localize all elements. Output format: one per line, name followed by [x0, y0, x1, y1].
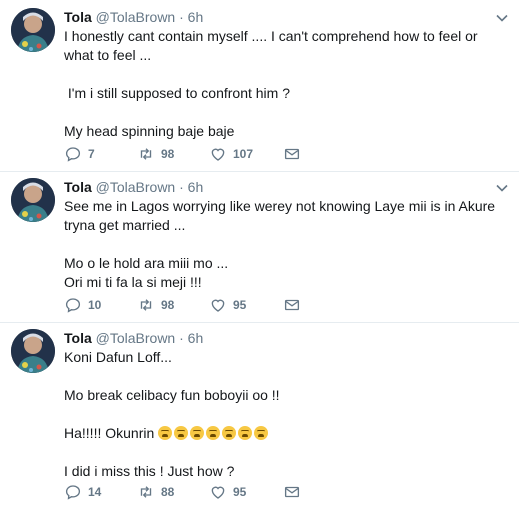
tweet-paragraph-with-emoji: Ha!!!!! Okunrin — [64, 424, 509, 443]
like-button[interactable]: 107 — [209, 145, 253, 163]
tweet-text: I honestly cant contain myself .... I ca… — [64, 27, 509, 141]
tweet-paragraph: Mo break celibacy fun boboyii oo !! — [64, 387, 280, 403]
profile-photo-icon — [11, 8, 55, 52]
reply-icon — [65, 298, 81, 313]
tweet-paragraph: Koni Dafun Loff... — [64, 349, 172, 365]
weary-face-emoji-icon — [238, 426, 253, 440]
timestamp[interactable]: 6h — [188, 330, 204, 346]
separator-dot: · — [179, 330, 184, 346]
tweet[interactable]: Tola @TolaBrown · 6h I honestly cant con… — [0, 0, 519, 171]
retweet-count: 88 — [161, 485, 175, 499]
tweet-header: Tola @TolaBrown · 6h — [64, 329, 203, 347]
tweet-header: Tola @TolaBrown · 6h — [64, 178, 203, 196]
tweet-text: Koni Dafun Loff... Mo break celibacy fun… — [64, 348, 509, 481]
reply-button[interactable]: 10 — [64, 296, 101, 314]
heart-icon — [211, 148, 225, 161]
envelope-icon — [284, 148, 300, 160]
reply-button[interactable]: 7 — [64, 145, 95, 163]
like-count: 107 — [233, 147, 254, 161]
heart-icon — [211, 486, 225, 499]
message-button[interactable] — [283, 145, 301, 163]
tweet-paragraph: I did i miss this ! Just how ? — [64, 463, 235, 479]
weary-face-emoji-icon — [158, 426, 173, 440]
profile-photo-icon — [11, 178, 55, 222]
avatar[interactable] — [11, 178, 55, 222]
reply-icon — [65, 147, 81, 162]
profile-photo-icon — [11, 329, 55, 373]
retweet-icon — [140, 486, 152, 498]
weary-face-emoji-icon — [174, 426, 189, 440]
chevron-down-icon[interactable] — [495, 11, 509, 25]
tweet-paragraph: I honestly cant contain myself .... I ca… — [64, 28, 482, 63]
display-name[interactable]: Tola — [64, 9, 92, 25]
tweet-paragraph: See me in Lagos worrying like werey not … — [64, 198, 499, 233]
chevron-down-icon[interactable] — [495, 181, 509, 195]
envelope-icon — [284, 299, 300, 311]
reply-count: 7 — [88, 147, 95, 161]
reply-icon — [65, 485, 81, 500]
avatar[interactable] — [11, 8, 55, 52]
tweet-header: Tola @TolaBrown · 6h — [64, 8, 203, 26]
message-button[interactable] — [283, 483, 301, 501]
retweet-button[interactable]: 98 — [137, 145, 174, 163]
tweet-paragraph: Ha!!!!! Okunrin — [64, 425, 155, 441]
emoji-row — [158, 425, 270, 441]
retweet-icon — [140, 148, 152, 160]
avatar[interactable] — [11, 329, 55, 373]
retweet-count: 98 — [161, 298, 175, 312]
username-handle[interactable]: @TolaBrown — [96, 179, 176, 195]
reply-count: 14 — [88, 485, 102, 499]
tweet-paragraph: I'm i still supposed to confront him ? — [64, 85, 290, 101]
message-button[interactable] — [283, 296, 301, 314]
username-handle[interactable]: @TolaBrown — [96, 9, 176, 25]
weary-face-emoji-icon — [190, 426, 205, 440]
display-name[interactable]: Tola — [64, 179, 92, 195]
timestamp[interactable]: 6h — [188, 9, 204, 25]
weary-face-emoji-icon — [222, 426, 237, 440]
retweet-button[interactable]: 98 — [137, 296, 174, 314]
retweet-button[interactable]: 88 — [137, 483, 174, 501]
tweet-paragraph: My head spinning baje baje — [64, 123, 235, 139]
like-button[interactable]: 95 — [209, 483, 246, 501]
like-count: 95 — [233, 298, 247, 312]
separator-dot: · — [179, 179, 184, 195]
like-button[interactable]: 95 — [209, 296, 246, 314]
weary-face-emoji-icon — [254, 426, 269, 440]
username-handle[interactable]: @TolaBrown — [96, 330, 176, 346]
tweet[interactable]: Tola @TolaBrown · 6h See me in Lagos wor… — [0, 172, 519, 322]
heart-icon — [211, 299, 225, 312]
reply-button[interactable]: 14 — [64, 483, 101, 501]
like-count: 95 — [233, 485, 247, 499]
weary-face-emoji-icon — [206, 426, 221, 440]
envelope-icon — [284, 486, 300, 498]
timestamp[interactable]: 6h — [188, 179, 204, 195]
retweet-count: 98 — [161, 147, 175, 161]
separator-dot: · — [179, 9, 184, 25]
tweet[interactable]: Tola @TolaBrown · 6h Koni Dafun Loff... … — [0, 323, 519, 511]
reply-count: 10 — [88, 298, 102, 312]
tweet-text: See me in Lagos worrying like werey not … — [64, 197, 509, 292]
retweet-icon — [140, 299, 152, 311]
tweet-paragraph: Mo o le hold ara miii mo ... Ori mi ti f… — [64, 255, 229, 290]
display-name[interactable]: Tola — [64, 330, 92, 346]
